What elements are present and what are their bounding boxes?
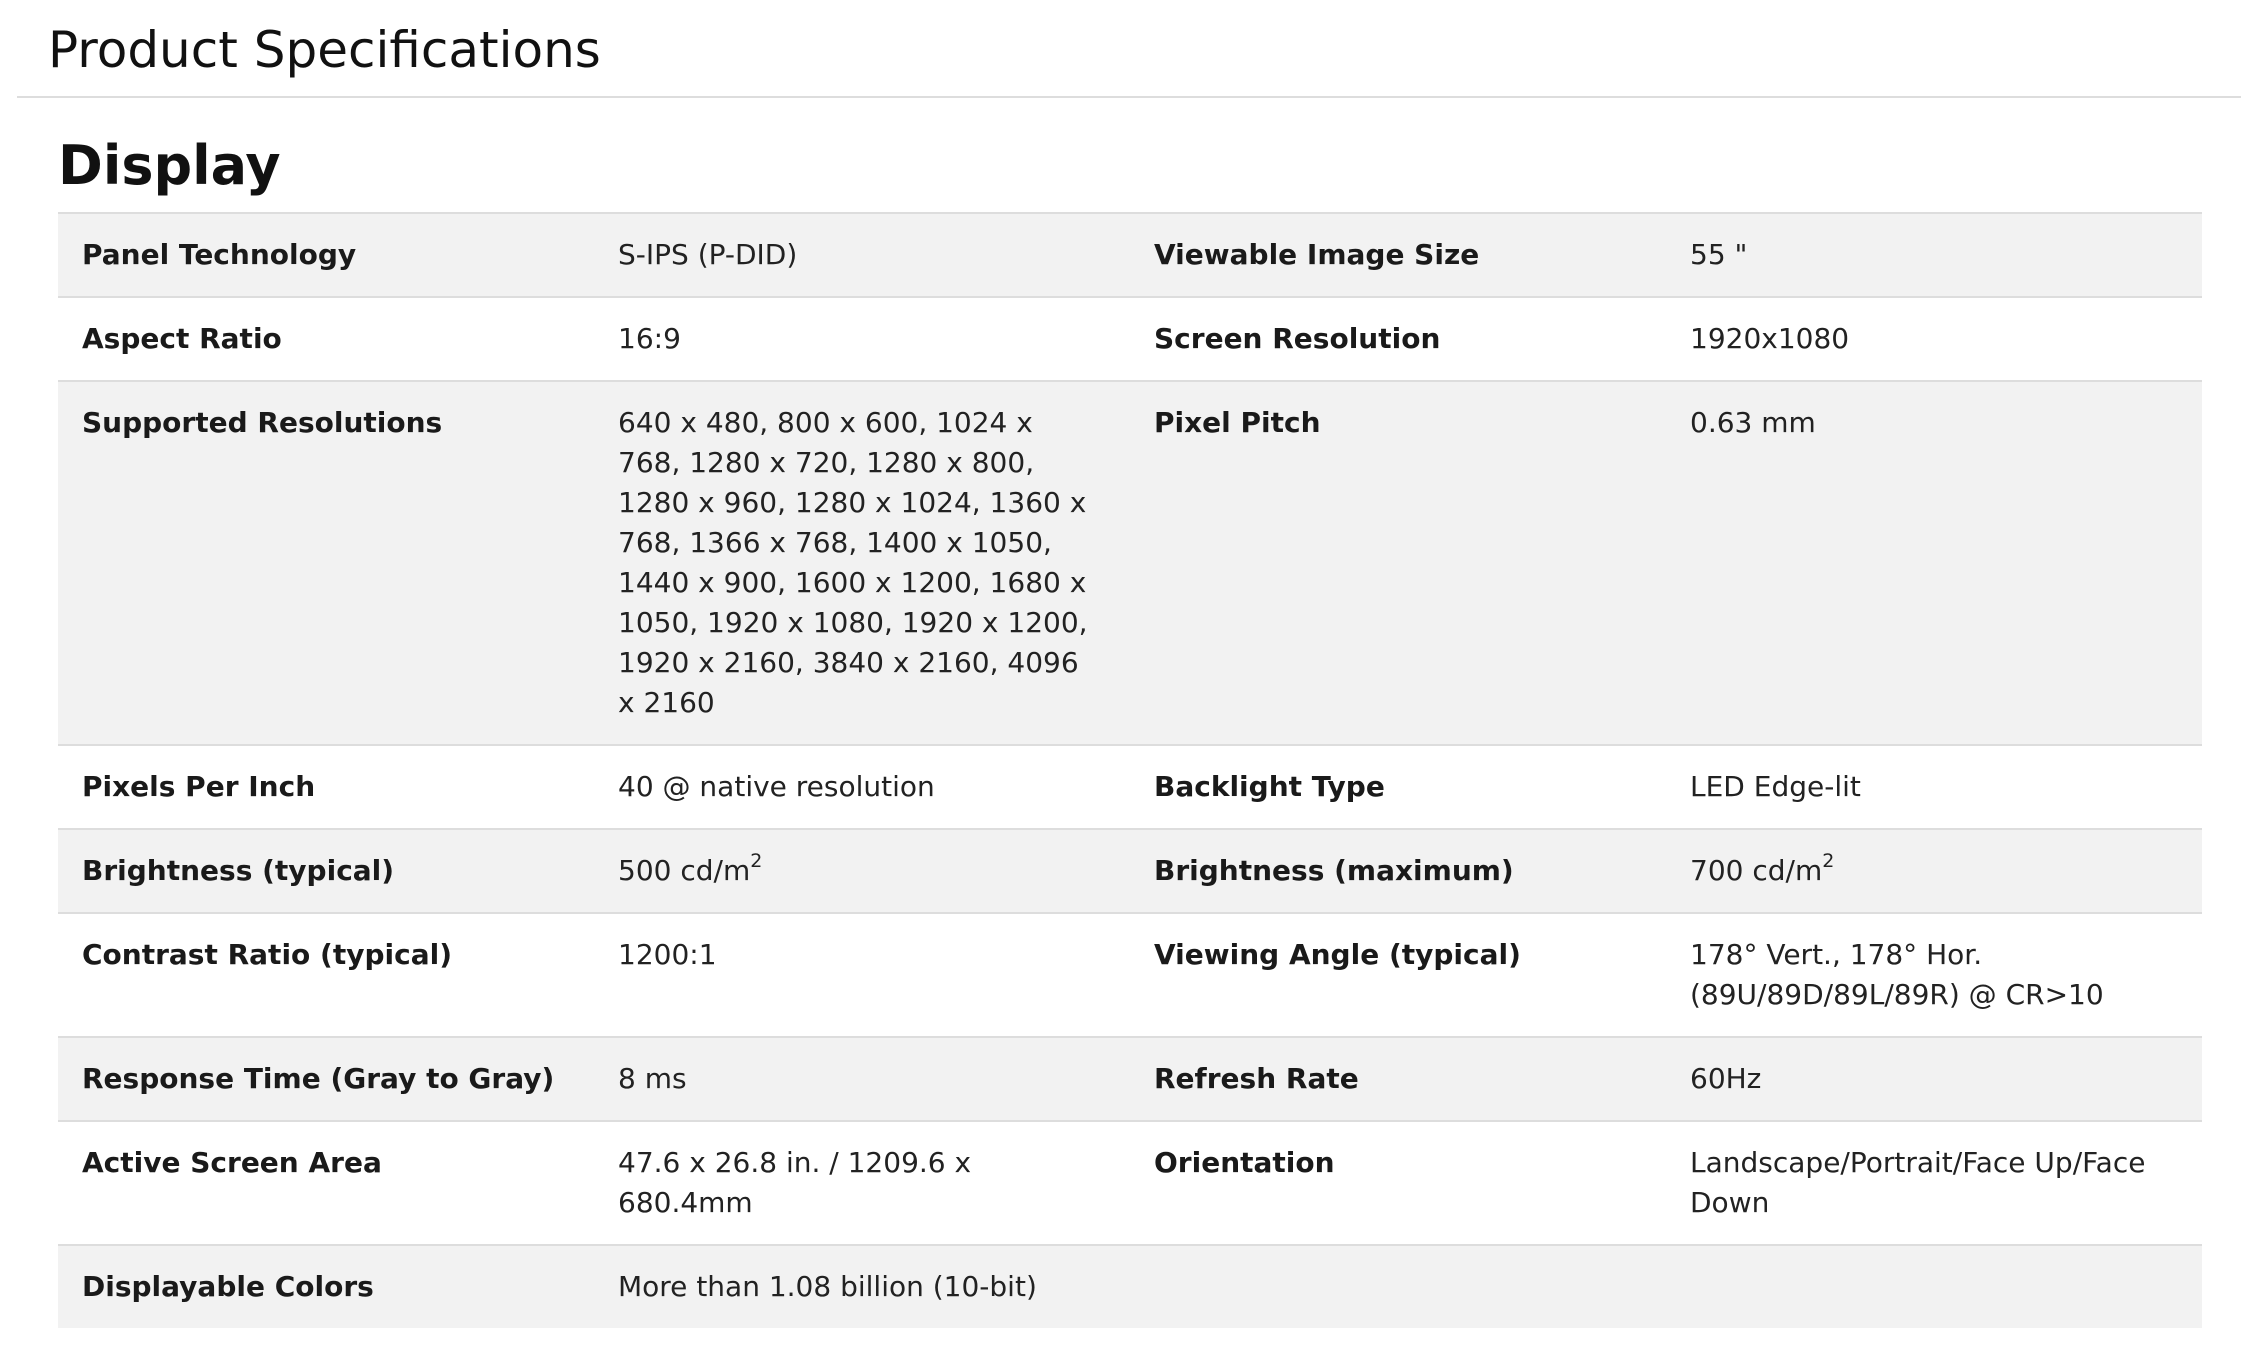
spec-value: 1920x1080 [1690,322,1850,355]
spec-value: 0.63 mm [1690,406,1816,439]
spec-value-text: 500 cd/m [618,854,751,887]
spec-label: Active Screen Area [82,1146,382,1179]
spec-label: Brightness (maximum) [1154,854,1514,887]
spec-value: Landscape/Portrait/Face Up/Face Down [1690,1146,2146,1219]
spec-label: Displayable Colors [82,1270,374,1303]
spec-label: Brightness (typical) [82,854,395,887]
table-row: Supported Resolutions 640 x 480, 800 x 6… [58,381,2202,745]
spec-label: Pixel Pitch [1154,406,1321,439]
spec-value-text: 700 cd/m [1690,854,1823,887]
spec-value: 55 " [1690,238,1748,271]
spec-label: Pixels Per Inch [82,770,316,803]
spec-label: Refresh Rate [1154,1062,1359,1095]
superscript: 2 [750,849,763,872]
table-row: Brightness (typical) 500 cd/m2 Brightnes… [58,829,2202,913]
spec-label: Backlight Type [1154,770,1385,803]
spec-value: S-IPS (P-DID) [618,238,798,271]
spec-value: 16:9 [618,322,681,355]
spec-label: Viewing Angle (typical) [1154,938,1521,971]
spec-value: LED Edge-lit [1690,770,1861,803]
spec-table: Panel Technology S-IPS (P-DID) Viewable … [58,212,2202,1328]
table-row: Pixels Per Inch 40 @ native resolution B… [58,745,2202,829]
spec-label: Viewable Image Size [1154,238,1480,271]
spec-label [1130,1245,1666,1328]
table-row: Contrast Ratio (typical) 1200:1 Viewing … [58,913,2202,1037]
spec-value: 47.6 x 26.8 in. / 1209.6 x 680.4mm [618,1146,972,1219]
spec-label: Supported Resolutions [82,406,443,439]
spec-label: Contrast Ratio (typical) [82,938,452,971]
table-row: Panel Technology S-IPS (P-DID) Viewable … [58,213,2202,297]
table-row: Displayable Colors More than 1.08 billio… [58,1245,2202,1328]
spec-value: 1200:1 [618,938,717,971]
spec-value: 178° Vert., 178° Hor. (89U/89D/89L/89R) … [1690,938,2104,1011]
spec-label: Panel Technology [82,238,357,271]
spec-label: Response Time (Gray to Gray) [82,1062,555,1095]
section-title: Display [58,134,281,197]
table-row: Aspect Ratio 16:9 Screen Resolution 1920… [58,297,2202,381]
spec-value: 640 x 480, 800 x 600, 1024 x 768, 1280 x… [618,406,1088,719]
spec-label: Aspect Ratio [82,322,282,355]
spec-value: 700 cd/m2 [1666,829,2202,913]
page-header: Product Specifications [17,0,2241,98]
spec-value: 8 ms [618,1062,687,1095]
page-title: Product Specifications [48,21,601,79]
spec-value: 500 cd/m2 [594,829,1130,913]
table-row: Response Time (Gray to Gray) 8 ms Refres… [58,1037,2202,1121]
superscript: 2 [1822,849,1835,872]
display-section: Display Panel Technology S-IPS (P-DID) V… [58,130,2202,1328]
spec-label: Screen Resolution [1154,322,1441,355]
spec-value: 40 @ native resolution [618,770,935,803]
spec-value: More than 1.08 billion (10-bit) [618,1270,1037,1303]
spec-value [1666,1245,2202,1328]
spec-label: Orientation [1154,1146,1335,1179]
spec-value: 60Hz [1690,1062,1762,1095]
table-row: Active Screen Area 47.6 x 26.8 in. / 120… [58,1121,2202,1245]
